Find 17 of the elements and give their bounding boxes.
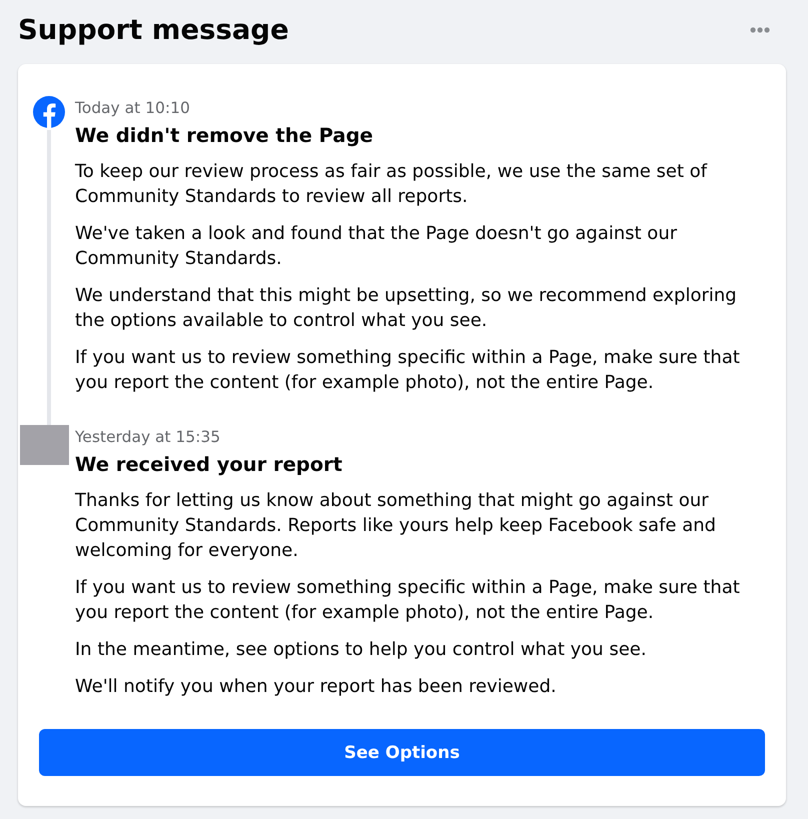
message-paragraph: We've taken a look and found that the Page doesn't go against our Community Standards. [75,222,678,271]
message-paragraph: We understand that this might be upsetting, so we recommend exploring the options available to control what you see. [75,284,738,333]
see-options-button[interactable]: See Options [39,729,765,776]
message-title: We received your report [75,452,344,478]
message-paragraph: We'll notify you when your report has been reviewed. [75,675,558,699]
message-paragraph: In the meantime, see options to help you control what you see. [75,638,648,662]
message-paragraph: If you want us to review something specific within a Page, make sure that you report the content (for example photo), not the entire Page. [75,576,741,625]
message-paragraph: If you want us to review something specific within a Page, make sure that you report the content (for example photo), not the entire Page. [75,346,741,395]
page-title: Support message [18,13,289,48]
message-title: We didn't remove the Page [75,123,374,149]
message-time: Today at 10:10 [75,98,191,118]
message-paragraph: Thanks for letting us know about something that might go against our Community Standards. Reports like yours help keep Facebook safe and welcoming for everyone. [75,489,717,563]
message-time: Yesterday at 15:35 [75,427,222,447]
message-paragraph: To keep our review process as fair as possible, we use the same set of Community Standards to review all reports. [75,160,708,209]
more-icon[interactable] [750,27,770,33]
logo-icon [33,96,65,128]
image-placeholder [20,425,69,465]
